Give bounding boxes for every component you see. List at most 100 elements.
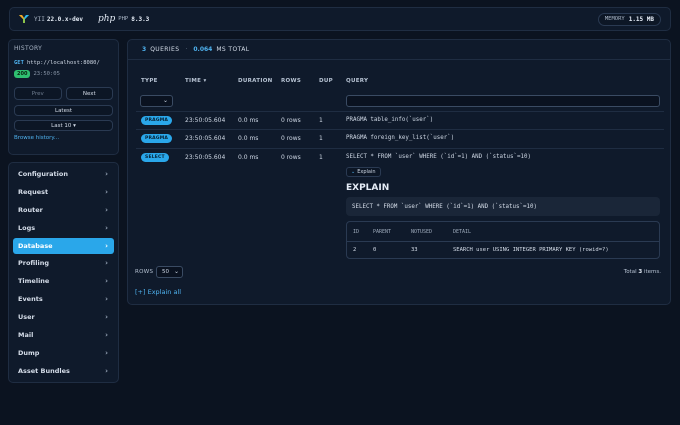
chevron-right-icon: › bbox=[105, 331, 108, 340]
query-cell: SELECT * FROM `user` WHERE (`id`=1) AND … bbox=[346, 154, 531, 160]
prev-button[interactable]: Prev bbox=[14, 87, 62, 100]
request-status-row: 200 23:50:05 bbox=[14, 70, 113, 78]
nav-item-router[interactable]: Router › bbox=[13, 202, 114, 218]
request-line: GET http://localhost:8080/ bbox=[14, 60, 113, 66]
column-header-query[interactable]: QUERY bbox=[346, 78, 368, 84]
query-filter-input[interactable] bbox=[346, 95, 660, 107]
yii-version: 22.0.x-dev bbox=[46, 15, 83, 23]
php-label: PHP bbox=[118, 16, 129, 22]
rows-per-page-select[interactable]: 50 ⌄ bbox=[156, 266, 183, 278]
rows-cell: 0 rows bbox=[281, 154, 301, 161]
php-version: 8.3.3 bbox=[131, 15, 150, 23]
dup-cell: 1 bbox=[319, 154, 323, 161]
duration-cell: 0.0 ms bbox=[238, 154, 259, 161]
explain-cell-detail: SEARCH user USING INTEGER PRIMARY KEY (r… bbox=[453, 247, 609, 253]
explain-toggle-button[interactable]: ⌄ Explain bbox=[346, 167, 381, 177]
request-method: GET bbox=[14, 60, 24, 66]
explain-all-link[interactable]: [+] Explain all bbox=[135, 288, 181, 296]
chevron-right-icon: › bbox=[105, 313, 108, 322]
query-cell: PRAGMA foreign_key_list(`user`) bbox=[346, 135, 455, 141]
memory-label: MEMORY bbox=[604, 16, 625, 22]
nav-item-mail[interactable]: Mail › bbox=[13, 327, 114, 343]
database-panel: 3 QUERIES · 0.064 MS TOTAL TYPE TIME ▾ D… bbox=[127, 39, 671, 305]
nav-item-label: User bbox=[18, 313, 35, 322]
explain-cell-parent: 0 bbox=[373, 247, 377, 253]
browse-history-link[interactable]: Browse history... bbox=[14, 135, 113, 141]
memory-badge: MEMORY 1.15 MB bbox=[597, 12, 661, 26]
chevron-right-icon: › bbox=[105, 223, 108, 232]
explain-header-notused: NOTUSED bbox=[411, 229, 433, 235]
type-badge: PRAGMA bbox=[141, 116, 173, 125]
column-header-duration[interactable]: DURATION bbox=[238, 78, 273, 84]
history-panel: HISTORY GET http://localhost:8080/ 200 2… bbox=[8, 39, 119, 155]
chevron-right-icon: › bbox=[105, 205, 108, 214]
explain-divider bbox=[347, 241, 659, 242]
chevron-right-icon: › bbox=[105, 277, 108, 286]
type-badge: SELECT bbox=[141, 153, 169, 162]
column-header-rows[interactable]: ROWS bbox=[281, 78, 301, 84]
type-badge: PRAGMA bbox=[141, 134, 173, 143]
nav-item-label: Events bbox=[18, 295, 43, 304]
explain-button-label: Explain bbox=[357, 169, 376, 175]
chevron-right-icon: › bbox=[105, 295, 108, 304]
column-header-type[interactable]: TYPE bbox=[141, 78, 158, 84]
column-header-dup[interactable]: DUP bbox=[319, 78, 333, 84]
nav-item-logs[interactable]: Logs › bbox=[13, 220, 114, 236]
total-items: Total 3 items. bbox=[624, 269, 661, 275]
memory-value: 1.15 MB bbox=[628, 15, 654, 23]
nav-item-timeline[interactable]: Timeline › bbox=[13, 273, 114, 289]
rows-cell: 0 rows bbox=[281, 117, 301, 124]
php-logo: php bbox=[97, 14, 116, 24]
nav-item-label: Timeline bbox=[18, 277, 50, 286]
chevron-right-icon: › bbox=[105, 366, 108, 375]
nav-item-request[interactable]: Request › bbox=[13, 184, 114, 200]
status-badge: 200 bbox=[14, 70, 31, 78]
chevron-down-icon: ⌄ bbox=[351, 169, 356, 175]
duration-cell: 0.0 ms bbox=[238, 135, 259, 142]
nav-item-label: Request bbox=[18, 187, 49, 196]
time-cell: 23:50:05.604 bbox=[185, 117, 226, 124]
nav-item-asset-bundles[interactable]: Asset Bundles › bbox=[13, 363, 114, 379]
next-button[interactable]: Next bbox=[65, 87, 113, 100]
yii-logo-icon bbox=[19, 15, 29, 23]
nav-item-label: Mail bbox=[18, 331, 34, 340]
nav-item-dump[interactable]: Dump › bbox=[13, 345, 114, 361]
total-prefix: Total bbox=[623, 269, 637, 275]
history-title: HISTORY bbox=[14, 45, 43, 52]
explain-title: EXPLAIN bbox=[346, 183, 390, 193]
query-summary: 3 QUERIES · 0.064 MS TOTAL bbox=[128, 40, 670, 60]
type-filter-select[interactable]: ⌄ bbox=[140, 95, 173, 107]
panel-nav: Configuration › Request › Router › Logs › Da… bbox=[8, 162, 119, 383]
latest-button[interactable]: Latest bbox=[14, 105, 113, 116]
column-header-time[interactable]: TIME ▾ bbox=[185, 78, 207, 84]
dup-cell: 1 bbox=[319, 117, 323, 124]
last-dropdown[interactable]: Last 10 ▾ bbox=[14, 120, 113, 131]
top-bar: YII 22.0.x-dev php PHP 8.3.3 MEMORY 1.15… bbox=[9, 7, 671, 31]
explain-cell-id: 2 bbox=[353, 247, 357, 253]
query-cell: PRAGMA table_info(`user`) bbox=[346, 117, 434, 123]
explain-sql: SELECT * FROM `user` WHERE (`id`=1) AND … bbox=[346, 197, 660, 216]
nav-item-user[interactable]: User › bbox=[13, 309, 114, 325]
nav-item-label: Configuration bbox=[18, 170, 68, 178]
nav-item-profiling[interactable]: Profiling › bbox=[13, 255, 114, 271]
chevron-right-icon: › bbox=[105, 187, 108, 196]
explain-header-detail: DETAIL bbox=[453, 229, 472, 235]
nav-item-label: Dump bbox=[18, 348, 40, 357]
summary-separator: · bbox=[185, 46, 188, 53]
total-suffix: items. bbox=[643, 269, 661, 275]
request-time: 23:50:05 bbox=[33, 71, 60, 77]
request-url[interactable]: http://localhost:8080/ bbox=[27, 60, 100, 66]
rows-per-page-value: 50 bbox=[162, 269, 169, 275]
nav-item-events[interactable]: Events › bbox=[13, 291, 114, 307]
chevron-right-icon: › bbox=[105, 348, 108, 357]
nav-item-database[interactable]: Database › bbox=[13, 237, 114, 254]
nav-item-label: Router bbox=[18, 205, 43, 214]
explain-table: ID PARENT NOTUSED DETAIL 2 0 33 SEARCH u… bbox=[346, 221, 660, 259]
nav-item-configuration[interactable]: Configuration › bbox=[13, 166, 114, 182]
total-count: 3 bbox=[638, 269, 643, 275]
total-time: 0.064 bbox=[193, 46, 213, 53]
dup-cell: 1 bbox=[319, 135, 323, 142]
duration-cell: 0.0 ms bbox=[238, 117, 259, 124]
yii-label: YII bbox=[34, 15, 45, 23]
row-divider bbox=[136, 148, 664, 149]
